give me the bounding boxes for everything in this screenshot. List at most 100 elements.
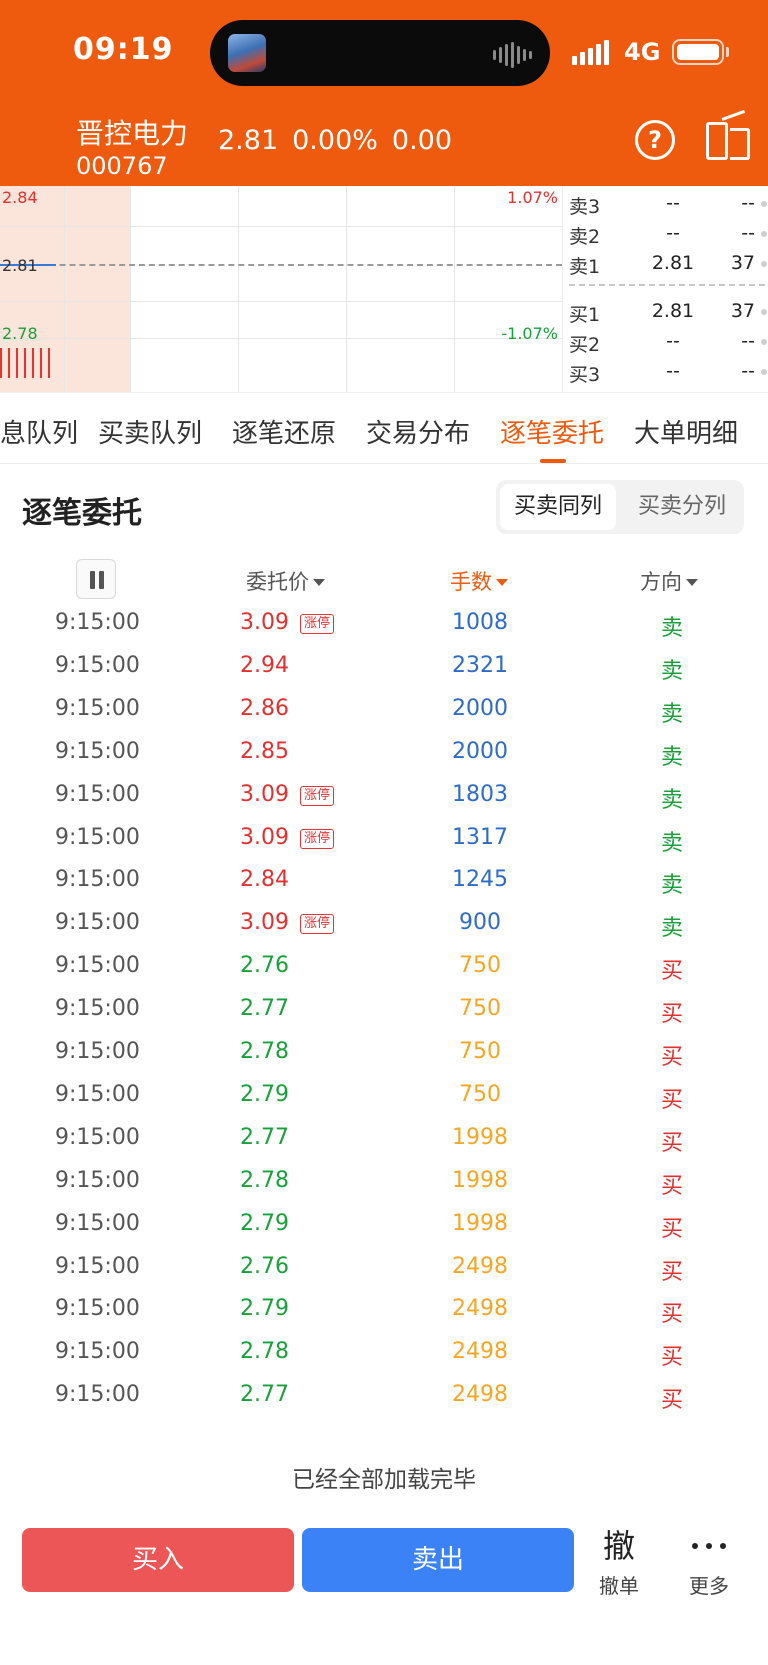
audio-wave-icon bbox=[493, 42, 532, 68]
order-list[interactable]: 9:15:00 3.09 涨停 1008 卖 9:15:00 2.94 2321 卖 9:15:0… bbox=[0, 602, 768, 1432]
order-row: 9:15:00 3.09 涨停 1317 卖 bbox=[0, 817, 768, 860]
order-qty: 1998 bbox=[452, 1124, 508, 1150]
split-column-option[interactable]: 买卖分列 bbox=[624, 484, 740, 530]
order-row: 9:15:00 2.85 2000 卖 bbox=[0, 731, 768, 774]
order-direction: 买 bbox=[660, 1216, 683, 1242]
order-direction: 卖 bbox=[660, 744, 683, 770]
order-qty: 1998 bbox=[452, 1167, 508, 1193]
battery-icon bbox=[672, 39, 724, 65]
order-qty: 2321 bbox=[452, 652, 508, 678]
order-row: 9:15:00 2.76 750 买 bbox=[0, 945, 768, 988]
tab-large-orders[interactable]: 大单明细 bbox=[634, 413, 738, 450]
order-row: 9:15:00 2.78 2498 买 bbox=[0, 1331, 768, 1374]
cancel-order-button[interactable]: 撤 撤单 bbox=[584, 1526, 654, 1599]
order-time: 9:15:00 bbox=[55, 1382, 140, 1408]
ask-row: 卖3 -- -- bbox=[563, 188, 768, 218]
order-row: 9:15:00 3.09 涨停 1803 卖 bbox=[0, 774, 768, 817]
signal-icon bbox=[572, 40, 609, 65]
sort-qty[interactable]: 手数 bbox=[450, 566, 508, 596]
tab-bid-ask-queue[interactable]: 买卖队列 bbox=[98, 413, 202, 450]
order-qty: 750 bbox=[459, 953, 501, 979]
detail-tabs: 息队列 买卖队列 逐笔还原 交易分布 逐笔委托 大单明细 bbox=[0, 392, 768, 464]
order-qty: 1245 bbox=[452, 867, 508, 893]
order-qty: 1803 bbox=[452, 781, 508, 807]
axis-low: 2.78 bbox=[2, 324, 38, 343]
cancel-icon: 撤 bbox=[602, 1527, 635, 1565]
landscape-switch-icon[interactable] bbox=[706, 109, 750, 162]
order-row: 9:15:00 2.78 750 买 bbox=[0, 1031, 768, 1074]
order-row: 9:15:00 2.76 2498 买 bbox=[0, 1246, 768, 1289]
order-row: 9:15:00 2.86 2000 卖 bbox=[0, 688, 768, 731]
tab-tick-restore[interactable]: 逐笔还原 bbox=[232, 413, 336, 450]
order-price: 2.79 bbox=[240, 1296, 289, 1322]
order-price: 2.94 bbox=[240, 652, 289, 678]
sort-price[interactable]: 委托价 bbox=[246, 566, 325, 596]
order-time: 9:15:00 bbox=[55, 1253, 140, 1279]
order-direction: 卖 bbox=[660, 658, 683, 684]
prev-close-line bbox=[0, 264, 562, 266]
cancel-label: 撤单 bbox=[599, 1574, 639, 1598]
order-price: 2.76 bbox=[240, 1253, 289, 1279]
order-price: 2.77 bbox=[240, 1124, 289, 1150]
help-icon[interactable]: ? bbox=[635, 120, 675, 160]
bid-row: 买1 2.81 37 bbox=[563, 296, 768, 326]
order-direction: 买 bbox=[660, 959, 683, 985]
tab-queue-info[interactable]: 息队列 bbox=[0, 413, 78, 450]
sort-direction[interactable]: 方向 bbox=[640, 566, 698, 596]
order-book: 卖3 -- -- 卖2 -- -- 卖1 2.81 37 买1 2.81 37 买2 -- -- 买… bbox=[562, 186, 768, 392]
order-row: 9:15:00 2.77 2498 买 bbox=[0, 1374, 768, 1417]
order-direction: 卖 bbox=[660, 873, 683, 899]
last-price: 2.81 bbox=[218, 125, 279, 156]
section-title: 逐笔委托 bbox=[22, 496, 142, 531]
axis-pct-down: -1.07% bbox=[501, 324, 558, 343]
buy-button[interactable]: 买入 bbox=[22, 1528, 294, 1592]
stock-name: 晋控电力 bbox=[76, 117, 189, 150]
order-price: 2.79 bbox=[240, 1210, 289, 1236]
quote-summary: 2.81 0.00% 0.00 bbox=[218, 125, 452, 156]
load-complete-text: 已经全部加载完毕 bbox=[292, 1467, 476, 1493]
order-time: 9:15:00 bbox=[55, 953, 140, 979]
order-time: 9:15:00 bbox=[55, 610, 140, 635]
order-price: 2.78 bbox=[240, 1339, 289, 1365]
tab-tick-orders[interactable]: 逐笔委托 bbox=[500, 413, 604, 450]
change-amount: 0.00 bbox=[391, 125, 453, 156]
back-button[interactable] bbox=[14, 112, 72, 266]
more-button[interactable]: 更多 bbox=[674, 1526, 744, 1599]
order-time: 9:15:00 bbox=[55, 1210, 140, 1236]
order-price: 2.76 bbox=[240, 953, 289, 979]
axis-pct-up: 1.07% bbox=[507, 188, 558, 207]
order-price: 3.09 bbox=[240, 610, 289, 635]
order-row: 9:15:00 2.94 2321 卖 bbox=[0, 645, 768, 688]
order-price: 2.77 bbox=[240, 1382, 289, 1408]
order-qty: 1008 bbox=[452, 610, 508, 635]
now-playing-thumbnail bbox=[228, 34, 266, 72]
order-direction: 买 bbox=[660, 1259, 683, 1285]
order-time: 9:15:00 bbox=[55, 1081, 140, 1107]
order-qty: 2498 bbox=[452, 1339, 508, 1365]
pause-icon[interactable] bbox=[76, 559, 116, 599]
axis-high: 2.84 bbox=[2, 188, 38, 207]
order-time: 9:15:00 bbox=[55, 781, 140, 807]
intraday-chart[interactable]: 2.84 2.81 2.78 1.07% -1.07% bbox=[0, 186, 562, 392]
order-time: 9:15:00 bbox=[55, 738, 140, 764]
order-price: 2.77 bbox=[240, 996, 289, 1022]
order-qty: 1317 bbox=[452, 824, 508, 850]
order-price: 2.78 bbox=[240, 1167, 289, 1193]
order-direction: 买 bbox=[660, 1173, 683, 1199]
order-row: 9:15:00 2.78 1998 买 bbox=[0, 1160, 768, 1203]
sell-button[interactable]: 卖出 bbox=[302, 1528, 574, 1592]
more-label: 更多 bbox=[689, 1574, 729, 1598]
order-direction: 买 bbox=[660, 1130, 683, 1156]
order-qty: 2498 bbox=[452, 1296, 508, 1322]
order-qty: 750 bbox=[459, 1039, 501, 1064]
order-qty: 2000 bbox=[452, 695, 508, 721]
volume-bars bbox=[0, 348, 50, 378]
same-column-option[interactable]: 买卖同列 bbox=[500, 484, 616, 530]
tab-indicator bbox=[540, 459, 566, 463]
layout-segment: 买卖同列 买卖分列 bbox=[496, 480, 744, 534]
order-qty: 750 bbox=[459, 1081, 501, 1107]
order-time: 9:15:00 bbox=[55, 695, 140, 721]
order-row: 9:15:00 2.79 750 买 bbox=[0, 1074, 768, 1117]
status-time: 09:19 bbox=[73, 32, 174, 67]
tab-trade-distribution[interactable]: 交易分布 bbox=[366, 413, 470, 450]
